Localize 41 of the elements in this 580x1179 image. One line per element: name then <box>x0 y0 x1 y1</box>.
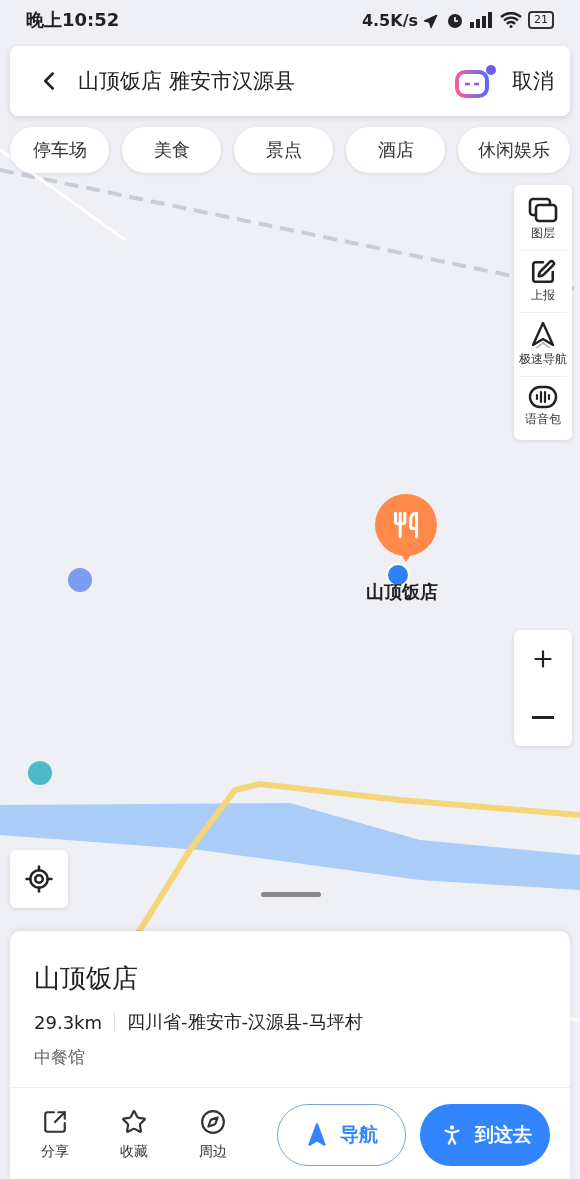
go-here-button[interactable]: 到这去 <box>420 1104 550 1166</box>
voice-icon <box>528 385 558 409</box>
edit-icon <box>530 259 556 285</box>
minus-icon <box>532 715 554 719</box>
network-speed: 4.5K/s <box>361 10 418 30</box>
star-icon <box>120 1109 147 1135</box>
layers-icon <box>528 197 558 223</box>
alarm-icon <box>446 11 464 29</box>
category-chip[interactable]: 休闲娱乐 <box>458 127 570 173</box>
address: 四川省-雅安市-汉源县-马坪村 <box>127 1010 363 1034</box>
compass-icon <box>199 1109 226 1135</box>
map-tool-button[interactable]: 上报 <box>519 251 567 313</box>
locate-icon <box>24 864 54 894</box>
place-name: 山顶饭店 <box>34 962 139 995</box>
battery-indicator: 21 <box>528 11 554 29</box>
map-tool-button[interactable]: 极速导航 <box>519 313 567 377</box>
locate-button[interactable] <box>10 850 68 908</box>
status-time: 晚上10:52 <box>26 8 120 32</box>
category-chip[interactable]: 美食 <box>122 127 221 173</box>
map-tool-button[interactable]: 图层 <box>519 189 567 251</box>
fork-knife-icon <box>392 511 420 539</box>
category-chip[interactable]: 停车场 <box>10 127 109 173</box>
action-button[interactable]: 分享 <box>26 1109 84 1161</box>
navigate-button[interactable]: 导航 <box>276 1104 407 1166</box>
action-button[interactable]: 收藏 <box>104 1109 163 1161</box>
map-tool-button[interactable]: 语音包 <box>519 377 567 436</box>
category-chip[interactable]: 景点 <box>234 127 333 173</box>
arrow-icon <box>530 321 556 349</box>
drag-handle[interactable] <box>261 892 321 897</box>
place-category: 中餐馆 <box>34 1046 86 1069</box>
cancel-button[interactable]: 取消 <box>512 67 554 95</box>
search-bar[interactable]: 山顶饭店 雅安市汉源县 取消 <box>10 46 570 116</box>
marker-label: 山顶饭店 <box>366 580 438 604</box>
search-query: 山顶饭店 雅安市汉源县 <box>78 68 296 95</box>
share-icon <box>41 1109 68 1135</box>
action-button[interactable]: 周边 <box>183 1109 242 1161</box>
wifi-icon <box>500 12 522 28</box>
distance: 29.3km <box>34 1011 103 1033</box>
robot-face-icon[interactable] <box>454 63 498 99</box>
signal-icon <box>470 12 494 28</box>
category-chip[interactable]: 酒店 <box>346 127 445 173</box>
